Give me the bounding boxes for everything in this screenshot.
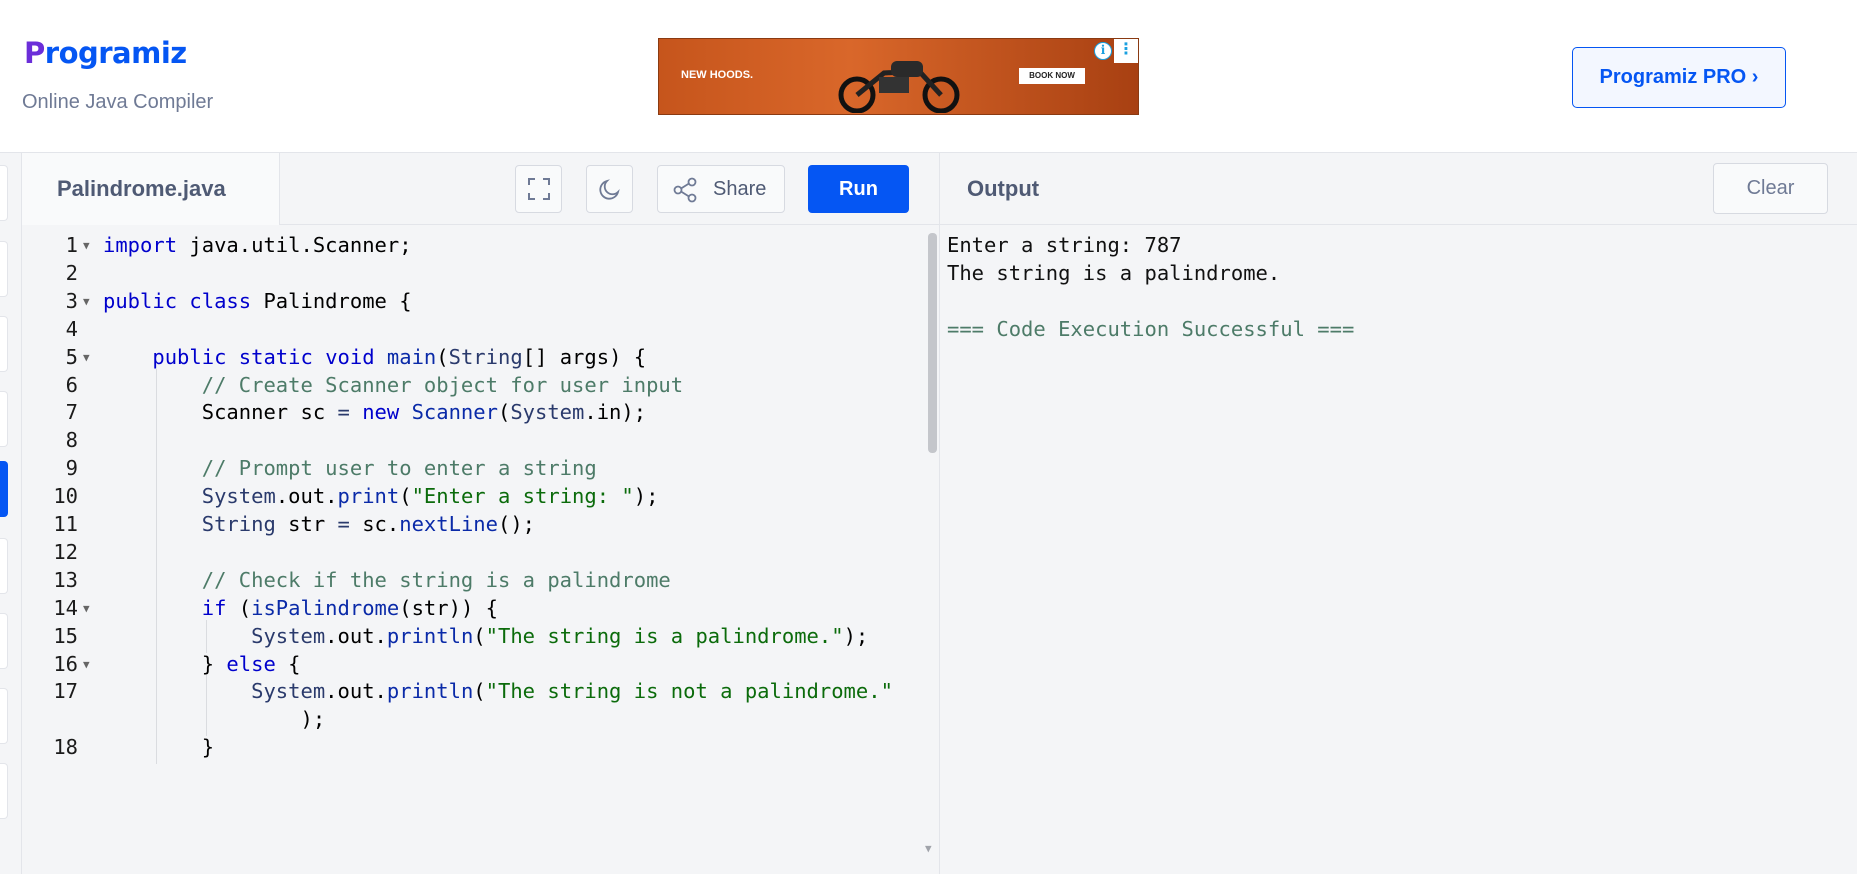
left-sidebar (0, 153, 22, 874)
output-console: Enter a string: 787 The string is a palin… (939, 225, 1857, 874)
scroll-down-arrow-icon[interactable]: ▼ (925, 842, 932, 855)
sidebar-tab[interactable] (0, 241, 8, 297)
moon-icon (598, 179, 620, 200)
fullscreen-button[interactable] (515, 165, 562, 213)
motorcycle-image (838, 61, 960, 113)
sidebar-tab[interactable] (0, 316, 8, 372)
sidebar-tab[interactable] (0, 538, 8, 594)
share-label: Share (713, 178, 767, 200)
sidebar-tab-active[interactable] (0, 461, 8, 517)
output-title: Output (967, 176, 1040, 201)
file-tab[interactable]: Palindrome.java (22, 153, 280, 225)
sidebar-tab[interactable] (0, 613, 8, 669)
ad-more-icon[interactable]: ⋮ (1114, 39, 1138, 63)
programiz-logo[interactable]: Programiz (24, 36, 187, 70)
sidebar-tab[interactable] (0, 688, 8, 744)
sidebar-tab[interactable] (0, 763, 8, 819)
code-line[interactable]: 18 } (22, 731, 922, 765)
share-button[interactable]: Share (657, 165, 785, 213)
editor-scrollbar[interactable] (928, 233, 937, 453)
fullscreen-icon (527, 178, 550, 200)
ad-headline: NEW HOODS. (681, 69, 754, 81)
execution-status: === Code Execution Successful === (947, 316, 1355, 341)
output-line: The string is a palindrome. (947, 260, 1281, 285)
logo-initial: P (24, 36, 45, 70)
share-icon (673, 177, 697, 203)
run-button[interactable]: Run (808, 165, 909, 213)
theme-toggle-button[interactable] (586, 165, 633, 213)
ad-info-icon[interactable]: i (1094, 42, 1112, 60)
logo-text: rogramiz (44, 36, 187, 70)
page-subtitle: Online Java Compiler (22, 91, 214, 113)
code-text: } (103, 735, 215, 760)
sidebar-tab[interactable] (0, 165, 8, 221)
ad-book-now-button[interactable]: BOOK NOW (1019, 68, 1085, 84)
code-editor[interactable]: ▼ 1 ▼ import java.util.Scanner; 2 3 ▼ public c… (22, 225, 939, 874)
sidebar-tab[interactable] (0, 391, 8, 447)
clear-button[interactable]: Clear (1713, 163, 1828, 214)
editor-toolbar: Palindrome.java Share Run (22, 153, 939, 225)
output-toolbar: Output Clear (939, 153, 1857, 225)
programiz-pro-button[interactable]: Programiz PRO › (1572, 47, 1786, 108)
site-header: Programiz Online Java Compiler NEW HOODS… (0, 0, 1857, 153)
line-number: 18 (53, 735, 78, 760)
advertisement-banner[interactable]: NEW HOODS. BOOK NOW i ⋮ (658, 38, 1139, 115)
